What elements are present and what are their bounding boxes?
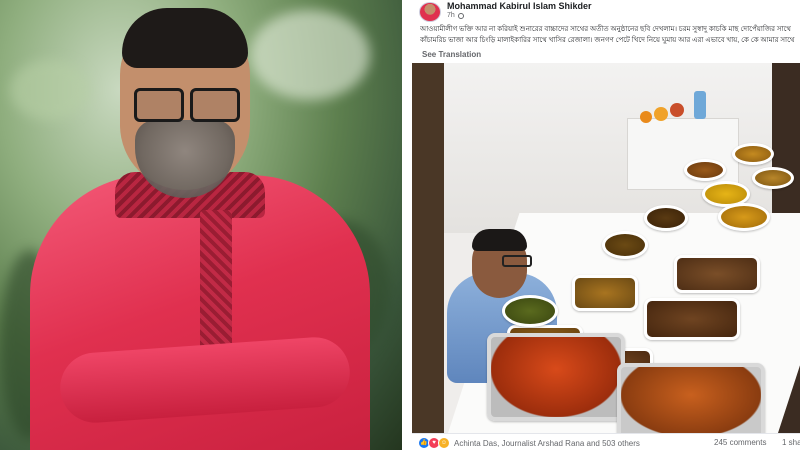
fruit: [654, 107, 668, 121]
food-bowl: [752, 167, 794, 189]
shares-count[interactable]: 1 sha: [782, 438, 800, 447]
comments-count[interactable]: 245 comments: [714, 438, 766, 447]
fruit: [670, 103, 684, 117]
water-bottle: [694, 91, 706, 119]
fruit: [640, 111, 652, 123]
author-name[interactable]: Mohammad Kabirul Islam Shikder: [447, 1, 592, 11]
post-footer: 👍 ♥ ☺ Achinta Das, Journalist Arshad Ran…: [412, 433, 800, 451]
background-bokeh: [250, 10, 370, 100]
reactors-list[interactable]: Achinta Das, Journalist Arshad Rana and …: [454, 439, 640, 448]
food-bowl: [644, 205, 688, 231]
post-photo[interactable]: [412, 63, 800, 433]
hair: [122, 8, 248, 68]
man-eyeglasses: [502, 255, 532, 267]
fried-fish-tray: [487, 333, 625, 421]
haha-icon: ☺: [438, 437, 450, 449]
post-meta: 7h: [447, 12, 464, 19]
facebook-post: Mohammad Kabirul Islam Shikder 7h আওয়াম…: [412, 0, 800, 451]
author-avatar[interactable]: [419, 2, 441, 22]
portrait-photo: [0, 0, 402, 450]
food-bowl: [602, 231, 648, 259]
man-hair: [472, 229, 527, 251]
food-dish: [572, 275, 638, 311]
see-translation-link[interactable]: See Translation: [422, 50, 481, 59]
curry-tray: [617, 363, 765, 433]
food-bowl: [718, 203, 770, 231]
reaction-summary[interactable]: 👍 ♥ ☺ Achinta Das, Journalist Arshad Ran…: [418, 437, 640, 449]
eyeglasses: [134, 88, 242, 122]
background-bokeh: [10, 60, 90, 120]
food-bowl: [684, 159, 726, 181]
food-bowl: [502, 295, 558, 327]
post-text: আওয়ামীলীগ ভক্তি আর না করিয়াই শুনারের ব…: [420, 26, 795, 44]
side-cabinet: [627, 118, 739, 190]
food-bowl: [732, 143, 774, 165]
post-header: Mohammad Kabirul Islam Shikder 7h: [412, 0, 800, 22]
food-dish: [674, 255, 760, 293]
post-time[interactable]: 7h: [447, 12, 455, 19]
food-dish: [644, 298, 740, 340]
globe-icon: [457, 12, 464, 19]
